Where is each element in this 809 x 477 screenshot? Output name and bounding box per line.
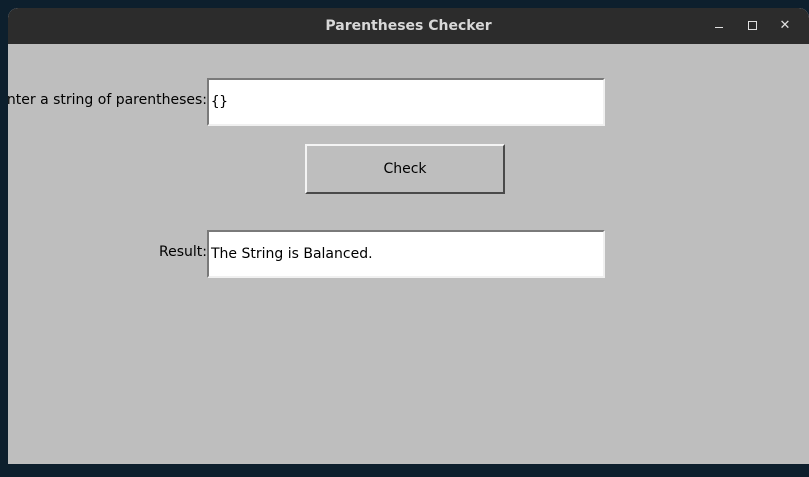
- title-bar[interactable]: Parentheses Checker ✕: [8, 8, 809, 44]
- main-content: nter a string of parentheses: Check Resu…: [8, 44, 809, 464]
- close-button[interactable]: ✕: [770, 8, 800, 44]
- maximize-icon: [747, 21, 757, 30]
- maximize-button[interactable]: [737, 8, 767, 44]
- check-button[interactable]: Check: [305, 144, 505, 194]
- result-label: Result:: [159, 244, 207, 260]
- parentheses-input[interactable]: [207, 78, 605, 126]
- minimize-button[interactable]: [704, 8, 734, 44]
- window-title: Parentheses Checker: [325, 18, 492, 34]
- result-field[interactable]: The String is Balanced.: [207, 230, 605, 278]
- minimize-icon: [715, 27, 723, 28]
- close-icon: ✕: [779, 18, 791, 33]
- input-label: nter a string of parentheses:: [8, 92, 207, 108]
- app-window: Parentheses Checker ✕ nter a string of p…: [8, 8, 809, 464]
